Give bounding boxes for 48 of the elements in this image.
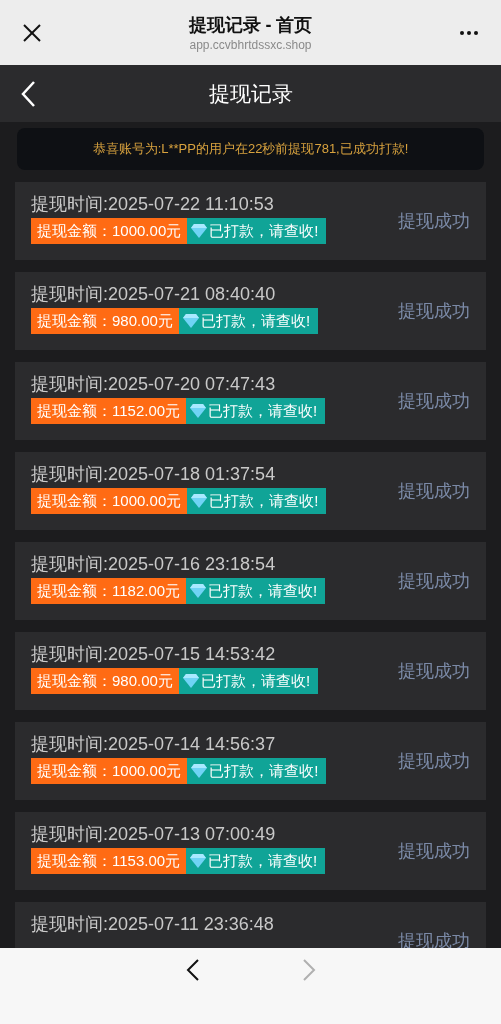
diamond-icon (191, 764, 208, 778)
chevron-left-icon (185, 958, 200, 982)
diamond-icon (191, 224, 208, 238)
paid-tag: 已打款，请查收! (187, 218, 327, 244)
page-url: app.ccvbhrtdssxc.shop (189, 36, 312, 53)
withdraw-time: 提现时间:2025-07-18 01:37:54 (31, 463, 277, 486)
status-text: 提现成功 (398, 839, 470, 863)
paid-tag: 已打款，请查收! (178, 668, 319, 694)
diamond-icon (190, 404, 207, 418)
withdraw-time: 提现时间:2025-07-13 07:00:49 (31, 823, 277, 846)
status-text: 提现成功 (398, 659, 470, 683)
withdraw-time: 提现时间:2025-07-21 08:40:40 (31, 283, 277, 306)
withdraw-time: 提现时间:2025-07-22 11:10:53 (31, 193, 275, 216)
amount-tag: 提现金额：1000.00元 (31, 218, 188, 244)
diamond-icon (190, 854, 207, 868)
withdraw-time: 提现时间:2025-07-16 23:18:54 (31, 553, 277, 576)
diamond-icon (191, 494, 208, 508)
paid-tag: 已打款，请查收! (186, 848, 326, 874)
withdraw-time: 提现时间:2025-07-14 14:56:37 (31, 733, 277, 756)
notice-text: 恭喜账号为:L**PP的用户在22秒前提现781,已成功打款! (92, 140, 409, 159)
header-title: 提现记录 (208, 80, 293, 107)
amount-tag: 提现金额：1153.00元 (31, 848, 187, 874)
withdraw-time: 提现时间:2025-07-20 07:47:43 (31, 373, 277, 396)
status-text: 提现成功 (398, 479, 470, 503)
page-title: 提现记录 - 首页 (188, 13, 313, 37)
paid-tag: 已打款，请查收! (187, 758, 327, 784)
paid-tag: 已打款，请查收! (186, 398, 326, 424)
status-text: 提现成功 (398, 389, 470, 413)
status-text: 提现成功 (398, 749, 470, 773)
amount-tag: 提现金额：1182.00元 (31, 578, 187, 604)
amount-tag: 提现金额：1000.00元 (31, 758, 188, 784)
withdraw-time: 提现时间:2025-07-15 14:53:42 (31, 643, 277, 666)
status-text: 提现成功 (398, 569, 470, 593)
paid-tag: 已打款，请查收! (186, 578, 326, 604)
withdraw-time: 提现时间:2025-07-11 23:36:48 (31, 913, 275, 936)
diamond-icon (190, 584, 207, 598)
amount-tag: 提现金额：980.00元 (31, 668, 179, 694)
diamond-icon (182, 314, 199, 328)
amount-tag: 提现金额：980.00元 (31, 308, 179, 334)
amount-tag: 提现金额：1000.00元 (31, 488, 188, 514)
paid-tag: 已打款，请查收! (178, 308, 319, 334)
chevron-right-icon (301, 958, 316, 982)
status-text: 提现成功 (398, 299, 470, 323)
chevron-left-icon (20, 79, 36, 108)
status-text: 提现成功 (398, 209, 470, 233)
amount-tag: 提现金额：1152.00元 (31, 398, 187, 424)
diamond-icon (182, 674, 199, 688)
paid-tag: 已打款，请查收! (187, 488, 327, 514)
